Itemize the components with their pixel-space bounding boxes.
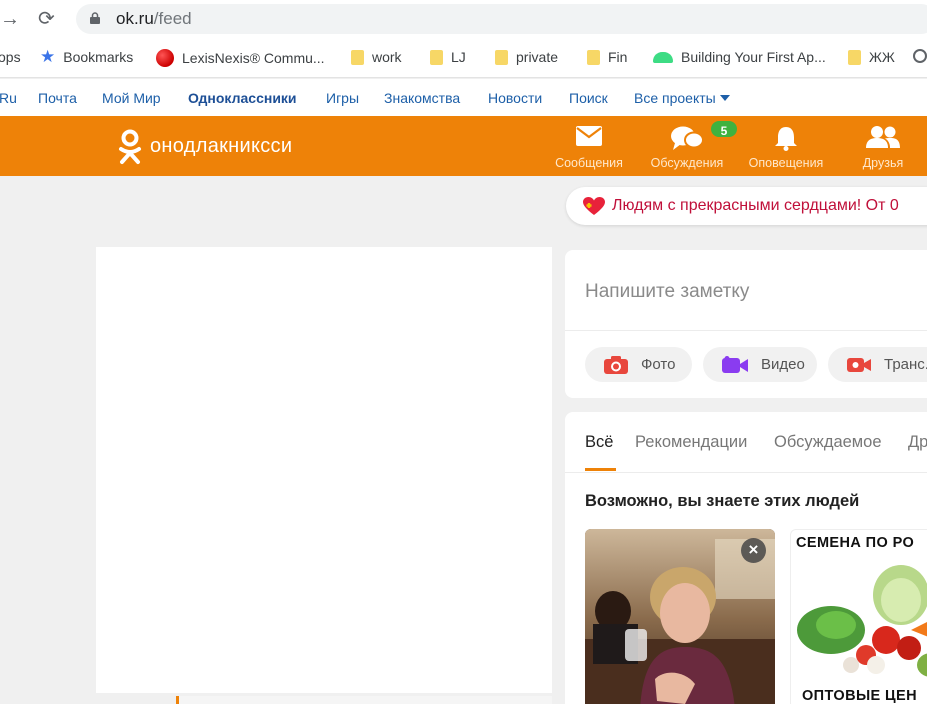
camera-icon — [604, 355, 628, 374]
globe-icon — [913, 49, 927, 63]
lock-icon — [90, 12, 100, 24]
folder-icon — [351, 49, 364, 65]
portal-nav: Ru Почта Мой Мир Одноклассники Игры Знак… — [0, 79, 927, 116]
nav-friends[interactable]: Друзья — [850, 116, 916, 176]
bookmark-lexisnexis[interactable]: LexisNexis® Commu... — [156, 49, 325, 67]
chat-bubbles-icon — [671, 126, 704, 150]
ok-logo-icon[interactable] — [118, 129, 142, 165]
portal-link-mail[interactable]: Почта — [38, 90, 77, 106]
active-tab-indicator — [585, 468, 616, 471]
ad-card[interactable]: СЕМЕНА ПО РО ОПТОВЫЕ ЦЕН — [790, 529, 927, 704]
portal-link-ru[interactable]: Ru — [0, 90, 17, 106]
bookmark-building-first-app[interactable]: Building Your First Ap... — [653, 49, 826, 65]
divider — [565, 472, 927, 473]
lexisnexis-icon — [156, 49, 174, 67]
bookmark-apps[interactable]: ops — [0, 49, 21, 65]
folder-icon — [495, 49, 508, 65]
portal-link-my-world[interactable]: Мой Мир — [102, 90, 161, 106]
tab-all[interactable]: Всё — [585, 433, 613, 452]
bookmark-bookmarks[interactable]: ★ Bookmarks — [40, 47, 133, 66]
nav-messages[interactable]: Сообщения — [552, 116, 626, 176]
bookmarks-bar: ops ★ Bookmarks LexisNexis® Commu... wor… — [0, 38, 927, 78]
tab-recommendations[interactable]: Рекомендации — [635, 433, 747, 452]
banner-text: Людям с прекрасными сердцами! От 0 — [612, 197, 899, 214]
portal-link-odnoklassniki[interactable]: Одноклассники — [188, 90, 297, 106]
bookmark-private[interactable]: private — [495, 49, 558, 65]
android-icon — [653, 51, 673, 63]
portal-link-search[interactable]: Поиск — [569, 90, 608, 106]
video-button[interactable]: Видео — [703, 347, 817, 382]
url-text: ok.ru/feed — [116, 9, 192, 28]
dismiss-suggestion-icon[interactable]: × — [741, 538, 766, 563]
envelope-icon — [576, 126, 602, 146]
portal-link-dating[interactable]: Знакомства — [384, 90, 460, 106]
nav-notifications[interactable]: Оповещения — [746, 116, 826, 176]
left-content-panel — [96, 247, 552, 693]
video-icon — [722, 355, 748, 373]
ok-header: онодлакниксси Сообщения Обсуждения Опове… — [0, 116, 927, 176]
bookmark-lj[interactable]: LJ — [430, 49, 466, 65]
reload-icon[interactable]: ⟳ — [38, 6, 55, 31]
folder-icon — [848, 49, 861, 65]
vegetables-image — [797, 565, 927, 677]
caret-down-icon — [719, 95, 730, 101]
star-icon: ★ — [40, 47, 56, 66]
photo-button[interactable]: Фото — [585, 347, 692, 382]
note-input[interactable]: Напишите заметку — [585, 281, 749, 303]
bookmark-overflow[interactable] — [913, 49, 927, 63]
suggestions-title: Возможно, вы знаете этих людей — [585, 492, 860, 510]
portal-link-news[interactable]: Новости — [488, 90, 542, 106]
site-logo-text[interactable]: онодлакниксси — [150, 135, 292, 158]
address-bar[interactable]: ok.ru/feed — [76, 4, 927, 34]
promo-banner[interactable]: Людям с прекрасными сердцами! От 0 — [566, 187, 927, 225]
stream-icon — [847, 357, 871, 372]
tab-discussed[interactable]: Обсуждаемое — [774, 433, 882, 452]
folder-icon — [587, 49, 600, 65]
heart-icon — [583, 197, 605, 215]
browser-toolbar: → ⟳ ok.ru/feed — [0, 0, 927, 38]
discussions-count-badge: 5 — [709, 119, 739, 139]
bookmark-fin[interactable]: Fin — [587, 49, 627, 65]
ad-bottom-text: ОПТОВЫЕ ЦЕН — [802, 688, 917, 704]
bookmark-zhzh[interactable]: ЖЖ — [848, 49, 895, 65]
portal-link-all-projects[interactable]: Все проекты — [634, 90, 730, 106]
bookmark-work[interactable]: work — [351, 49, 402, 65]
stream-button[interactable]: Транс... — [828, 347, 927, 382]
portal-link-games[interactable]: Игры — [326, 90, 359, 106]
divider — [565, 330, 927, 331]
friends-icon — [866, 126, 900, 148]
tab-other[interactable]: Др — [908, 433, 927, 452]
post-composer: Напишите заметку Фото Видео Транс... — [565, 250, 927, 398]
forward-arrow-icon[interactable]: → — [0, 8, 20, 31]
folder-icon — [430, 49, 443, 65]
left-panel-footer — [176, 696, 552, 704]
bell-icon — [775, 127, 797, 151]
